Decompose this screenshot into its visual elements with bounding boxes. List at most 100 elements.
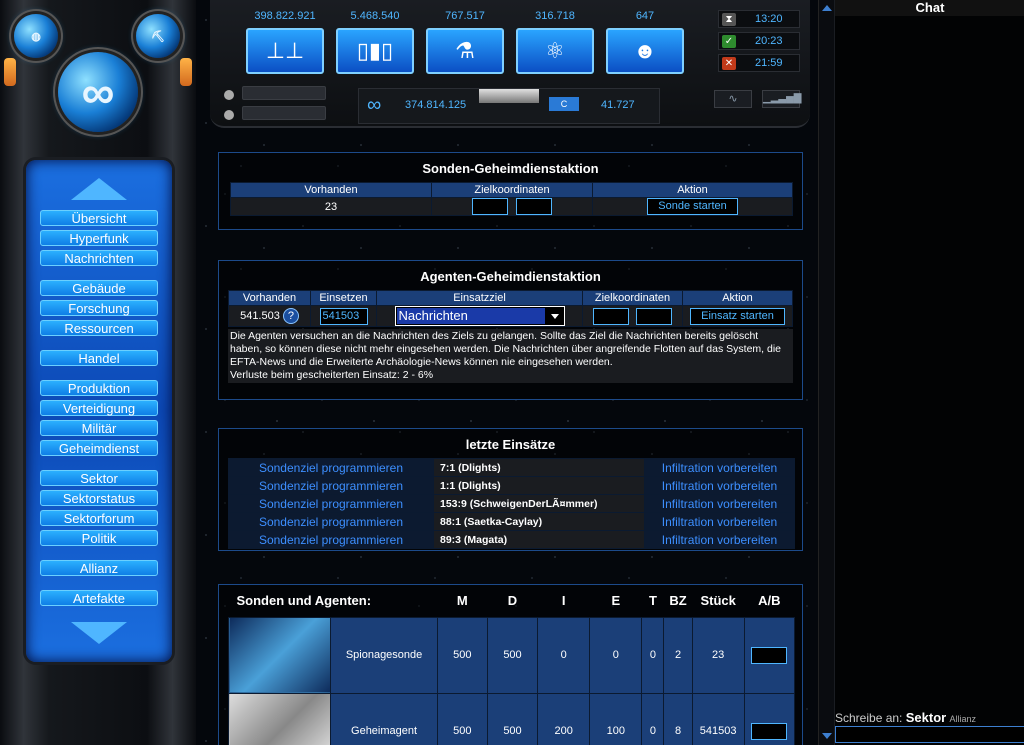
nav-item-handel[interactable]: Handel [40,350,158,366]
nav-item-nachrichten[interactable]: Nachrichten [40,250,158,266]
table-row: Geheimagent 500 500 200 100 0 8 541503 [227,692,796,745]
coord-x-input[interactable] [472,198,509,215]
signal-bars-icon[interactable]: ▁▂▃▅▇ [762,90,801,108]
status-bar-1 [242,86,326,100]
infinity-icon[interactable]: ∞ [58,52,138,132]
nav-item-sektorstatus[interactable]: Sektorstatus [40,490,158,506]
einsatz-starten-button[interactable]: Einsatz starten [690,307,785,325]
coord-x-input[interactable] [592,307,629,325]
unit-d: 500 [486,692,539,745]
unit-e: 0 [589,616,643,694]
infiltration-link[interactable]: Infiltration vorbereiten [644,494,795,513]
infiltration-link[interactable]: Infiltration vorbereiten [644,458,795,477]
infiltration-link[interactable]: Infiltration vorbereiten [644,476,795,495]
nav-menu: Übersicht Hyperfunk Nachrichten Gebäude … [26,160,172,662]
col-ab: A/B [758,593,781,609]
crystal-icon: ▯▮▯ [336,28,414,74]
target-cell: 1:1 (Dlights) [433,476,645,495]
sondenziel-link[interactable]: Sondenziel programmieren [228,458,434,477]
sondenziel-link[interactable]: Sondenziel programmieren [228,494,434,513]
scroll-up-icon[interactable] [822,5,832,11]
nav-item-politik[interactable]: Politik [40,530,158,546]
nav-item-geheimdienst[interactable]: Geheimdienst [40,440,158,456]
ab-cell [743,692,796,745]
nav-item-sektorforum[interactable]: Sektorforum [40,510,158,526]
unit-d: 500 [486,616,539,694]
infiltration-link[interactable]: Infiltration vorbereiten [644,530,795,549]
agenten-vorhanden-cell: 541.503 ? [228,305,311,327]
sonden-title: Sonden-Geheimdienstaktion [422,161,599,176]
resource-crystal[interactable]: 5.468.540 ▯▮▯ [332,10,418,76]
pickaxe-icon[interactable]: ⛏ [136,14,180,58]
coord-y-input[interactable] [636,307,673,325]
unit-bz: 2 [663,616,693,694]
ab-input[interactable] [751,646,788,664]
nav-item-ressourcen[interactable]: Ressourcen [40,320,158,336]
sondenziel-link[interactable]: Sondenziel programmieren [228,530,434,549]
target-cell: 89:3 (Magata) [433,530,645,549]
col-m: M [456,593,468,609]
col-t: T [648,593,657,609]
infinity-icon: ∞ [367,94,382,116]
table-row: Sondenziel programmieren 88:1 (Saetka-Ca… [228,512,795,531]
unit-e: 100 [589,692,643,745]
einsetzen-input[interactable]: 541503 [319,307,368,325]
table-row: Sondenziel programmieren 89:3 (Magata) I… [228,530,795,549]
infiltration-link[interactable]: Infiltration vorbereiten [644,512,795,531]
nav-item-hyperfunk[interactable]: Hyperfunk [40,230,158,246]
einsatzziel-value: Nachrichten [396,308,545,324]
small-button-bottom[interactable] [224,110,234,120]
resource-metal[interactable]: 398.822.921 ⊥⊥ [242,10,328,76]
coord-y-input[interactable] [515,198,552,215]
nav-item-gebaeude[interactable]: Gebäude [40,280,158,296]
chat-scrollbar[interactable] [819,0,835,745]
nav-item-produktion[interactable]: Produktion [40,380,158,396]
credits-value: 374.814.125 [405,99,467,111]
target-cell: 88:1 (Saetka-Caylay) [433,512,645,531]
resource-value: 398.822.921 [254,10,316,22]
agenten-vorhanden: 541.503 [240,309,280,322]
target-cell: 7:1 (Dlights) [433,458,645,477]
unit-bz: 8 [663,692,693,745]
sonde-starten-button[interactable]: Sonde starten [647,198,738,215]
nav-item-forschung[interactable]: Forschung [40,300,158,316]
resource-research[interactable]: 767.517 ⚗ [422,10,508,76]
ab-input[interactable] [751,722,788,740]
check-icon: ✓ [722,35,736,48]
nav-item-allianz[interactable]: Allianz [40,560,158,576]
heartbeat-icon[interactable]: ∿ [714,90,752,108]
sondenziel-link[interactable]: Sondenziel programmieren [228,476,434,495]
scroll-down-icon[interactable] [822,733,832,739]
c-value: 41.727 [601,99,635,111]
unit-t: 0 [641,616,665,694]
chat-input[interactable] [835,726,1024,743]
resource-energy[interactable]: 316.718 ⚛ [512,10,598,76]
nav-item-sektor[interactable]: Sektor [40,470,158,486]
units-panel: Sonden und Agenten: M D I E T BZ Stück A… [218,584,803,745]
col-aktion: Aktion [682,290,793,306]
unit-m: 500 [436,616,488,694]
nav-item-artefakte[interactable]: Artefakte [40,590,158,606]
description-text: Die Agenten versuchen an die Nachrichten… [230,330,782,368]
nav-item-militaer[interactable]: Militär [40,420,158,436]
scroll-down-icon[interactable] [71,622,127,644]
help-icon[interactable]: ? [282,308,299,324]
einsatzziel-select[interactable]: Nachrichten [394,306,565,326]
unit-stueck: 23 [691,616,745,694]
col-e: E [611,593,621,609]
chat-target-sektor[interactable]: Sektor [906,710,946,725]
sondenziel-link[interactable]: Sondenziel programmieren [228,512,434,531]
clock-time: 21:59 [755,57,783,69]
chat-compose-row: Schreibe an: Sektor Allianz [835,710,1024,725]
nav-item-uebersicht[interactable]: Übersicht [40,210,158,226]
resource-population[interactable]: 647 ☻ [602,10,688,76]
globe-icon[interactable]: ◍ [14,14,58,58]
nav-item-verteidigung[interactable]: Verteidigung [40,400,158,416]
scroll-up-icon[interactable] [71,178,127,200]
col-stueck: Stück [700,593,736,609]
unit-i: 200 [537,692,591,745]
unit-m: 500 [436,692,488,745]
chat-prompt: Schreibe an: [835,711,903,725]
small-button-top[interactable] [224,90,234,100]
chat-target-allianz[interactable]: Allianz [950,714,977,724]
